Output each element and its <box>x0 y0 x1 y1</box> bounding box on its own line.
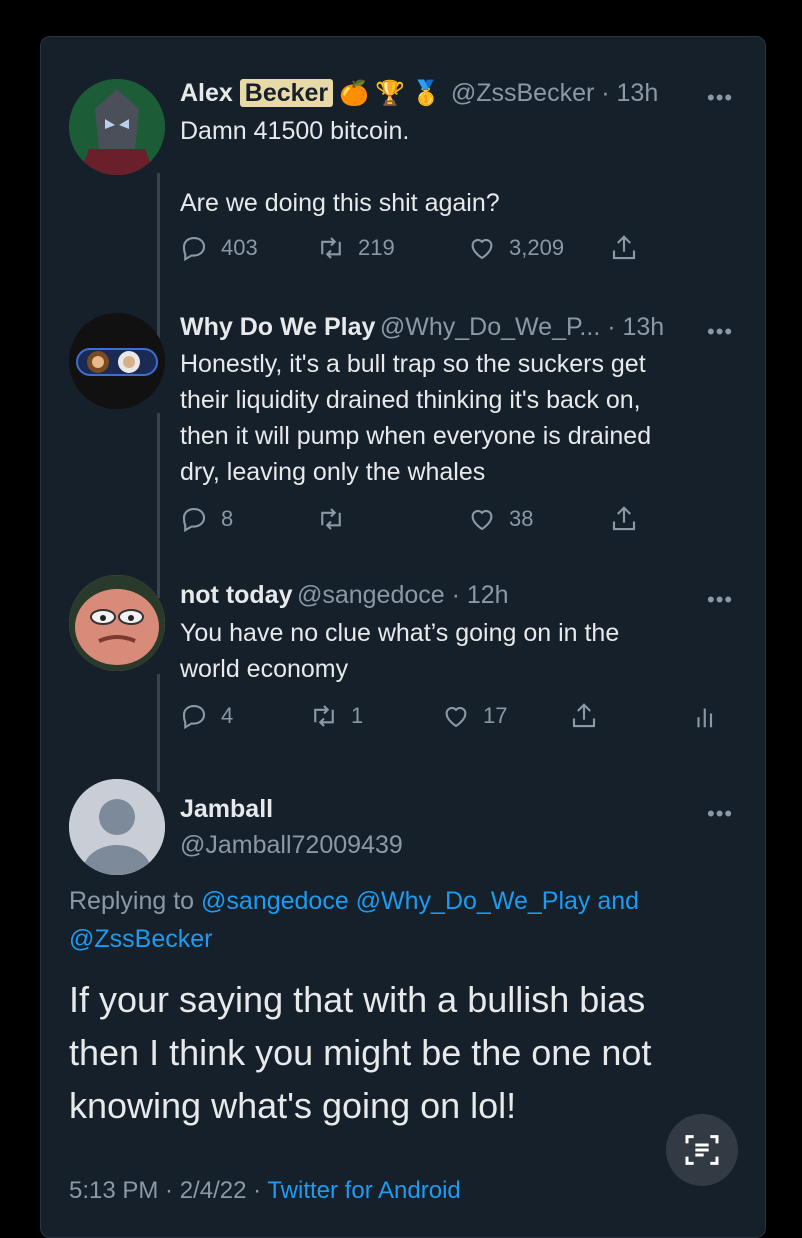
reply-count: 8 <box>221 506 234 531</box>
tweet-header: Alex Becker 🍊 🏆 🥇 @ZssBecker · 13h <box>180 79 658 108</box>
share-icon <box>572 703 596 728</box>
like-button[interactable]: 17 <box>441 701 507 731</box>
mentioned-user-link[interactable]: @ZssBecker <box>69 925 212 954</box>
more-options-icon[interactable]: ••• <box>707 801 733 827</box>
share-icon <box>612 506 636 531</box>
display-name[interactable]: Why Do We Play <box>180 313 375 341</box>
reply-icon <box>182 704 206 730</box>
like-count: 38 <box>509 506 534 531</box>
reply-button[interactable]: 4 <box>179 701 233 731</box>
focus-tweet-text: then I think you might be the one not <box>69 1032 652 1073</box>
avatar-not-today[interactable] <box>69 575 165 671</box>
share-icon <box>612 235 636 260</box>
like-count: 3,209 <box>509 235 565 260</box>
trophy-badge-icon: 🏆 <box>375 80 405 107</box>
retweet-count: 1 <box>351 703 364 728</box>
tweet-header: Why Do We Play @Why_Do_We_P... · 13h <box>180 313 664 342</box>
retweet-button[interactable]: 219 <box>316 233 395 263</box>
display-name[interactable]: Jamball <box>180 795 273 824</box>
reply-icon <box>182 507 206 533</box>
reply-count: 4 <box>221 703 234 728</box>
avatar-alex-becker[interactable] <box>69 79 165 175</box>
like-count: 17 <box>483 703 508 728</box>
mentioned-users-link[interactable]: @sangedoce @Why_Do_We_Play and <box>201 887 639 915</box>
analytics-button[interactable] <box>691 701 733 731</box>
thread-line <box>157 413 160 598</box>
handle-time: @ZssBecker · 13h <box>450 79 659 107</box>
like-button[interactable]: 3,209 <box>467 233 564 263</box>
like-button[interactable]: 38 <box>467 504 533 534</box>
focus-tweet-text: If your saying that with a bullish bias <box>69 979 646 1020</box>
tweet-text: Damn 41500 bitcoin. <box>180 117 410 145</box>
scan-text-icon <box>685 1135 719 1165</box>
retweet-button[interactable]: 1 <box>309 701 363 731</box>
heart-icon <box>471 509 493 531</box>
reply-icon <box>182 236 206 262</box>
tweet-header: not today @sangedoce · 12h <box>180 581 509 610</box>
tweet-text: Honestly, it's a bull trap so the sucker… <box>180 350 652 486</box>
orange-badge-icon: 🍊 <box>339 80 370 107</box>
more-options-icon[interactable]: ••• <box>707 587 733 613</box>
handle-time: @Why_Do_We_P... · 13h <box>379 313 665 341</box>
reply-count: 403 <box>221 235 258 260</box>
more-options-icon[interactable]: ••• <box>707 319 733 345</box>
focus-tweet-text: knowing what's going on lol! <box>69 1085 517 1126</box>
analytics-icon <box>697 708 713 728</box>
tweet-text: Are we doing this shit again? <box>180 189 500 217</box>
handle-time: @sangedoce · 12h <box>296 581 509 609</box>
retweet-icon <box>321 237 341 259</box>
replying-to: Replying to @sangedoce @Why_Do_We_Play a… <box>69 887 640 915</box>
share-button[interactable] <box>569 701 611 731</box>
tweet-thread-panel: Alex Becker 🍊 🏆 🥇 @ZssBecker · 13h ••• D… <box>40 36 766 1238</box>
more-options-icon[interactable]: ••• <box>707 85 733 111</box>
display-name[interactable]: Alex Becker <box>180 79 334 108</box>
retweet-count: 219 <box>358 235 395 260</box>
thread-line <box>157 674 160 792</box>
share-button[interactable] <box>609 504 651 534</box>
reply-button[interactable]: 8 <box>179 504 233 534</box>
retweet-button[interactable] <box>316 504 358 534</box>
handle[interactable]: @Jamball72009439 <box>180 831 403 860</box>
scan-text-button[interactable] <box>666 1114 738 1186</box>
retweet-icon <box>314 705 334 727</box>
retweet-icon <box>321 508 341 530</box>
tweet-meta: 5:13 PM · 2/4/22 · Twitter for Android <box>69 1177 461 1204</box>
medal-badge-icon: 🥇 <box>410 80 441 107</box>
tweet-text: You have no clue what’s going on in the … <box>180 619 620 683</box>
share-button[interactable] <box>609 233 651 263</box>
display-name[interactable]: not today <box>180 581 293 609</box>
thread-line <box>157 173 160 338</box>
avatar-jamball[interactable] <box>69 779 165 875</box>
avatar-why-do-we-play[interactable] <box>69 313 165 409</box>
heart-icon <box>471 238 493 260</box>
reply-button[interactable]: 403 <box>179 233 258 263</box>
heart-icon <box>445 706 467 728</box>
